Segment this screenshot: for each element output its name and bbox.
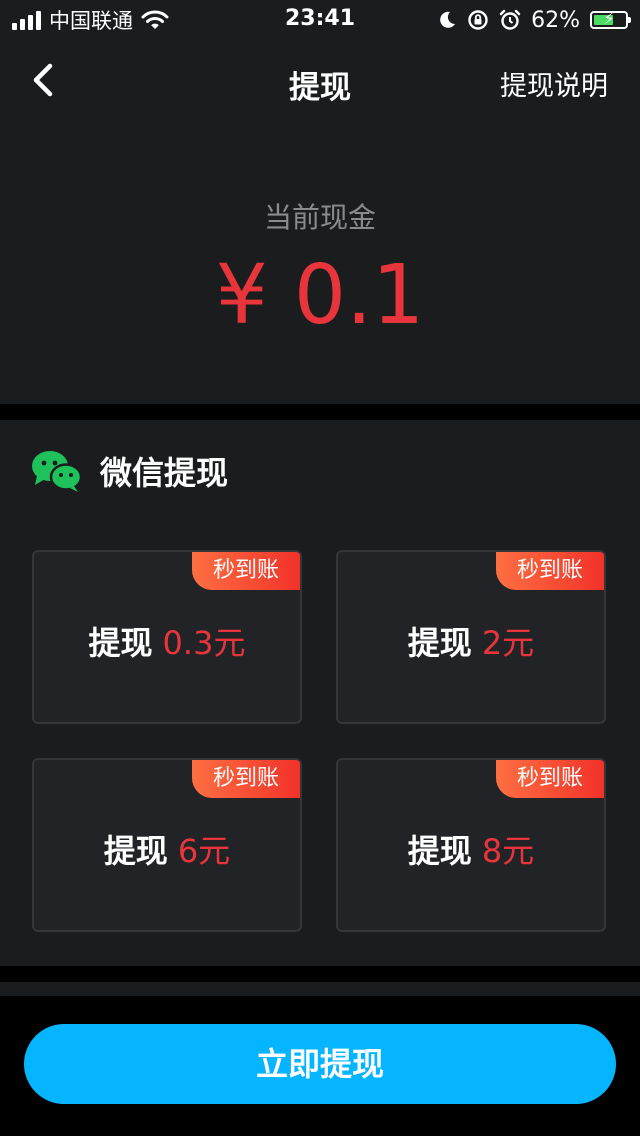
option-amount: 8元 [481, 832, 535, 870]
withdraw-option[interactable]: 秒到账 提现 6元 [32, 758, 302, 932]
withdraw-instructions-link[interactable]: 提现说明 [500, 64, 608, 103]
moon-icon [440, 11, 456, 28]
status-right: 62% ⚡ [437, 6, 631, 34]
wechat-withdraw-section: 微信提现 秒到账 提现 0.3元 秒到账 提现 2元 秒到账 提现 6元 秒到账 提现… [0, 420, 640, 966]
option-amount: 6元 [177, 832, 231, 870]
option-amount: 2元 [481, 624, 535, 662]
instant-arrival-badge: 秒到账 [192, 552, 300, 590]
option-text: 提现 6元 [34, 826, 300, 872]
withdraw-option[interactable]: 秒到账 提现 2元 [336, 550, 606, 724]
option-amount: 0.3元 [162, 624, 246, 662]
back-button[interactable] [22, 58, 66, 102]
charging-bolt-icon: ⚡ [603, 9, 615, 28]
option-prefix: 提现 [407, 832, 472, 870]
balance-amount: ¥ 0.1 [215, 248, 425, 343]
battery-percent: 62% [531, 7, 580, 33]
rotation-lock-icon [468, 10, 488, 30]
option-prefix: 提现 [103, 832, 168, 870]
section-header: 微信提现 [30, 448, 228, 494]
chevron-left-icon [33, 63, 53, 97]
option-prefix: 提现 [88, 624, 153, 662]
wechat-icon [32, 451, 83, 492]
section-title: 微信提现 [100, 454, 229, 492]
alarm-icon [499, 9, 521, 30]
option-text: 提现 0.3元 [34, 618, 300, 664]
option-prefix: 提现 [407, 624, 472, 662]
balance-panel: 当前现金 ¥ 0.1 [0, 128, 640, 404]
instant-arrival-badge: 秒到账 [496, 760, 604, 798]
option-text: 提现 8元 [338, 826, 604, 872]
withdraw-option[interactable]: 秒到账 提现 8元 [336, 758, 606, 932]
divider-strip [0, 982, 640, 996]
status-bar: 中国联通 23:41 62% ⚡ [0, 0, 640, 40]
nav-bar: 提现 提现说明 [0, 40, 640, 128]
option-text: 提现 2元 [338, 618, 604, 664]
balance-label: 当前现金 [263, 201, 376, 234]
battery-icon: ⚡ [590, 9, 631, 29]
withdraw-now-button[interactable]: 立即提现 [24, 1024, 616, 1104]
withdraw-option[interactable]: 秒到账 提现 0.3元 [32, 550, 302, 724]
instant-arrival-badge: 秒到账 [192, 760, 300, 798]
instant-arrival-badge: 秒到账 [496, 552, 604, 590]
